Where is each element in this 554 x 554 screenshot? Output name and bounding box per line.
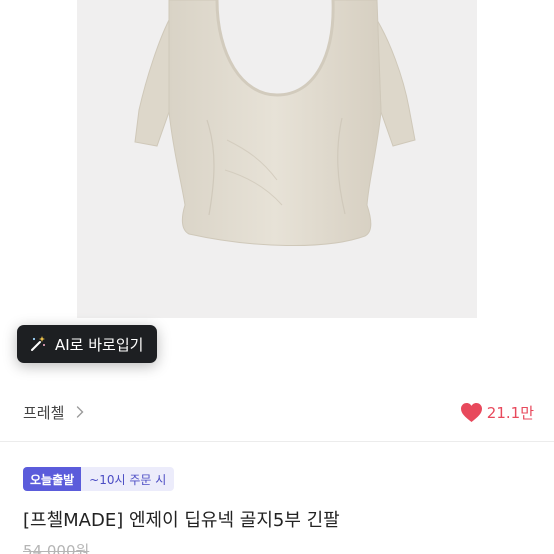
ai-try-on-label: AI로 바로입기 bbox=[55, 335, 144, 354]
heart-icon bbox=[460, 402, 482, 422]
section-divider bbox=[0, 441, 554, 442]
chevron-right-icon bbox=[77, 406, 84, 418]
seller-name: 프레첼 bbox=[23, 403, 65, 422]
like-count: 21.1만 bbox=[486, 403, 534, 422]
product-detail-page: AI로 바로입기 프레첼 21.1만 오늘출발 ~10시 주문 시 [프첼MAD… bbox=[0, 0, 554, 554]
shipping-badges: 오늘출발 ~10시 주문 시 bbox=[23, 467, 175, 491]
order-cutoff-badge: ~10시 주문 시 bbox=[81, 467, 175, 491]
product-title: [프첼MADE] 엔제이 딥유넥 골지5부 긴팔 bbox=[23, 510, 340, 531]
product-photo[interactable] bbox=[77, 0, 477, 318]
like-button[interactable]: 21.1만 bbox=[460, 402, 534, 423]
original-price: 54,000원 bbox=[23, 542, 90, 554]
shirt-illustration bbox=[134, 0, 416, 246]
magic-wand-icon bbox=[29, 335, 47, 353]
today-shipping-badge: 오늘출발 bbox=[23, 467, 82, 491]
ai-try-on-button[interactable]: AI로 바로입기 bbox=[17, 325, 158, 363]
seller-row: 프레첼 21.1만 bbox=[23, 396, 534, 428]
seller-link[interactable]: 프레첼 bbox=[23, 402, 84, 423]
